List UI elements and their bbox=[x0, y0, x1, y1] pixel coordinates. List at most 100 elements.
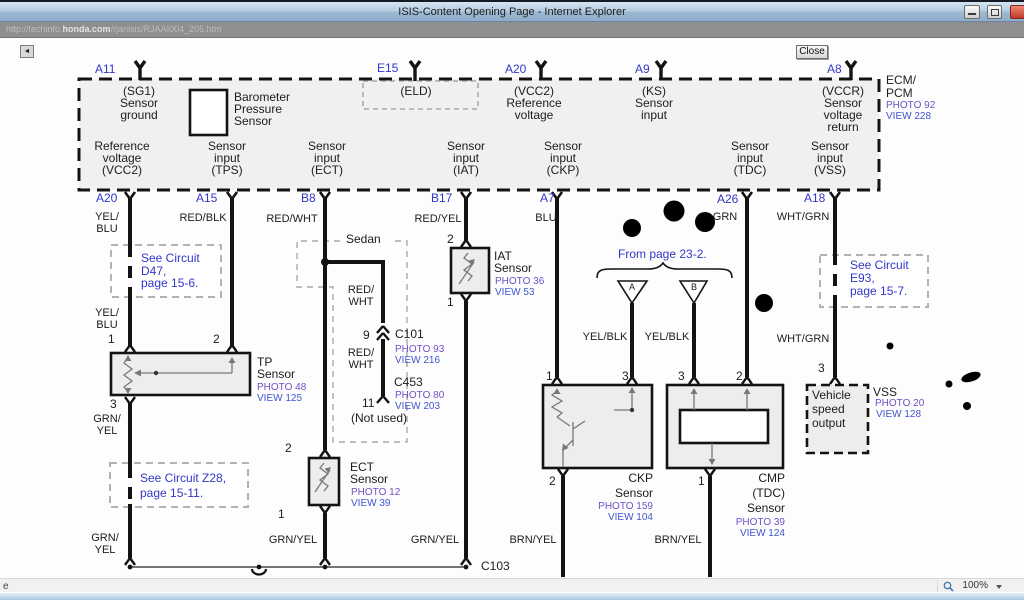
c101-photo-link[interactable]: PHOTO 93 bbox=[395, 345, 444, 356]
tp-pin-3: 3 bbox=[110, 398, 117, 411]
ect-view-link[interactable]: VIEW 39 bbox=[351, 499, 390, 510]
iat-pin-2: 2 bbox=[447, 233, 454, 246]
vehicle-speed-1: Vehicle bbox=[812, 389, 851, 402]
ref-d47-line3[interactable]: page 15-6. bbox=[141, 277, 198, 290]
wire-yel-blu-2a: YEL/ bbox=[95, 308, 119, 320]
vss-photo-link[interactable]: PHOTO 20 bbox=[875, 399, 924, 410]
barometer-label-3: Sensor bbox=[234, 115, 272, 128]
wire-grn-yel-4: GRN/YEL bbox=[411, 535, 459, 547]
fn-vss-tag: (VSS) bbox=[814, 164, 846, 177]
ref-z28-line2[interactable]: page 15-11. bbox=[140, 487, 203, 500]
pin-label-a15[interactable]: A15 bbox=[196, 192, 217, 205]
pin-label-a8[interactable]: A8 bbox=[827, 63, 842, 76]
magnifier-icon bbox=[943, 581, 954, 592]
browser-window: ISIS-Content Opening Page - Internet Exp… bbox=[0, 0, 1024, 600]
wire-yel-blu-2b: BLU bbox=[96, 320, 117, 332]
fn-ckp-tag: (CKP) bbox=[547, 164, 580, 177]
pin-label-a20-top[interactable]: A20 bbox=[505, 63, 526, 76]
fn-ref-tag: (VCC2) bbox=[102, 164, 142, 177]
cmp-view-link[interactable]: VIEW 124 bbox=[740, 529, 785, 540]
fn-tdc-tag: (TDC) bbox=[734, 164, 767, 177]
ckp-name-1: CKP bbox=[628, 472, 653, 485]
wire-yel-blk-2: YEL/BLK bbox=[645, 332, 690, 344]
iat-view-link[interactable]: VIEW 53 bbox=[495, 288, 534, 299]
ref-e93-line3[interactable]: page 15-7. bbox=[850, 285, 907, 298]
ref-e93-line2[interactable]: E93, bbox=[850, 272, 875, 285]
pin-label-a7[interactable]: A7 bbox=[540, 192, 555, 205]
cmp-name-1: CMP bbox=[758, 472, 785, 485]
close-page-button[interactable]: Close bbox=[796, 45, 828, 59]
wire-grn-yel-1a: GRN/ bbox=[93, 414, 121, 426]
ckp-pin-3: 3 bbox=[622, 370, 629, 383]
c101-view-link[interactable]: VIEW 216 bbox=[395, 356, 440, 367]
tp-name-2: Sensor bbox=[257, 368, 295, 381]
ecm-photo-link[interactable]: PHOTO 92 bbox=[886, 101, 935, 112]
cmp-pin-3: 3 bbox=[678, 370, 685, 383]
pin-label-a26[interactable]: A26 bbox=[717, 193, 738, 206]
pin-label-a18[interactable]: A18 bbox=[804, 192, 825, 205]
ect-name-2: Sensor bbox=[350, 473, 388, 486]
wire-wht-grn-2: WHT/GRN bbox=[777, 334, 830, 346]
c453-pin-11: 11 bbox=[362, 397, 374, 410]
window-title: ISIS-Content Opening Page - Internet Exp… bbox=[0, 6, 1024, 18]
vss-name: VSS bbox=[873, 386, 897, 399]
cmp-name-3: Sensor bbox=[747, 502, 785, 515]
cmp-pin-1: 1 bbox=[698, 475, 705, 488]
ecm-view-link[interactable]: VIEW 228 bbox=[886, 112, 931, 123]
cmp-name-2: (TDC) bbox=[752, 487, 785, 500]
ckp-view-link[interactable]: VIEW 104 bbox=[608, 513, 653, 524]
triangle-b-label: B bbox=[691, 283, 697, 292]
title-bar: ISIS-Content Opening Page - Internet Exp… bbox=[0, 0, 1024, 22]
c453-photo-link[interactable]: PHOTO 80 bbox=[395, 391, 444, 402]
ref-e93-line1[interactable]: See Circuit bbox=[850, 259, 909, 272]
ckp-pin-2: 2 bbox=[549, 475, 556, 488]
close-window-button[interactable] bbox=[1010, 5, 1024, 19]
iat-name-2: Sensor bbox=[494, 262, 532, 275]
ect-photo-link[interactable]: PHOTO 12 bbox=[351, 488, 400, 499]
wire-grn-yel-2b: YEL bbox=[95, 545, 116, 557]
wire-brn-yel-1: BRN/YEL bbox=[509, 535, 556, 547]
tp-view-link[interactable]: VIEW 125 bbox=[257, 394, 302, 405]
status-text: e bbox=[3, 581, 9, 592]
wire-red-yel: RED/YEL bbox=[414, 214, 461, 226]
address-bar[interactable]: http://techinfo.honda.com/rjanisis/RJAAI… bbox=[0, 22, 1024, 38]
pin-label-a20[interactable]: A20 bbox=[96, 192, 117, 205]
wire-yel-blu-1a: YEL/ bbox=[95, 212, 119, 224]
pin-label-b8[interactable]: B8 bbox=[301, 192, 316, 205]
back-button[interactable]: ◄ bbox=[20, 45, 34, 58]
ref-z28-line1[interactable]: See Circuit Z28, bbox=[140, 472, 226, 485]
triangle-a-label: A bbox=[629, 283, 635, 292]
ref-from-page[interactable]: From page 23-2. bbox=[618, 248, 707, 261]
wire-red-wht-3a: RED/ bbox=[348, 348, 374, 360]
url-prefix: http://techinfo. bbox=[6, 24, 63, 34]
wire-red-wht-2b: WHT bbox=[348, 297, 373, 309]
ckp-pin-1: 1 bbox=[546, 370, 553, 383]
wire-grn-yel-3: GRN/YEL bbox=[269, 535, 317, 547]
tp-photo-link[interactable]: PHOTO 48 bbox=[257, 383, 306, 394]
tp-pin-1: 1 bbox=[108, 333, 115, 346]
pin-label-a9[interactable]: A9 bbox=[635, 63, 650, 76]
tp-pin-2: 2 bbox=[213, 333, 220, 346]
ckp-photo-link[interactable]: PHOTO 159 bbox=[598, 502, 653, 513]
pin-label-e15[interactable]: E15 bbox=[377, 62, 398, 75]
pin-label-b17[interactable]: B17 bbox=[431, 192, 452, 205]
maximize-button[interactable] bbox=[987, 5, 1002, 19]
ks-input: input bbox=[641, 109, 667, 122]
cmp-pin-2: 2 bbox=[736, 370, 743, 383]
pin-label-a11[interactable]: A11 bbox=[95, 63, 115, 76]
url-domain: honda.com bbox=[63, 24, 111, 34]
cmp-photo-link[interactable]: PHOTO 39 bbox=[736, 518, 785, 529]
vss-view-link[interactable]: VIEW 128 bbox=[876, 410, 921, 421]
wire-red-blk: RED/BLK bbox=[179, 213, 226, 225]
vehicle-speed-2: speed bbox=[812, 403, 845, 416]
wire-yel-blk-1: YEL/BLK bbox=[583, 332, 628, 344]
iat-photo-link[interactable]: PHOTO 36 bbox=[495, 277, 544, 288]
ref-d47-line1[interactable]: See Circuit bbox=[141, 252, 200, 265]
not-used-label: (Not used) bbox=[351, 412, 407, 425]
minimize-button[interactable] bbox=[964, 5, 980, 19]
vcc2-voltage: voltage bbox=[515, 109, 554, 122]
fn-tps-tag: (TPS) bbox=[211, 164, 242, 177]
fn-iat-tag: (IAT) bbox=[453, 164, 479, 177]
sedan-label: Sedan bbox=[346, 233, 381, 246]
wire-blu: BLU bbox=[535, 213, 556, 225]
